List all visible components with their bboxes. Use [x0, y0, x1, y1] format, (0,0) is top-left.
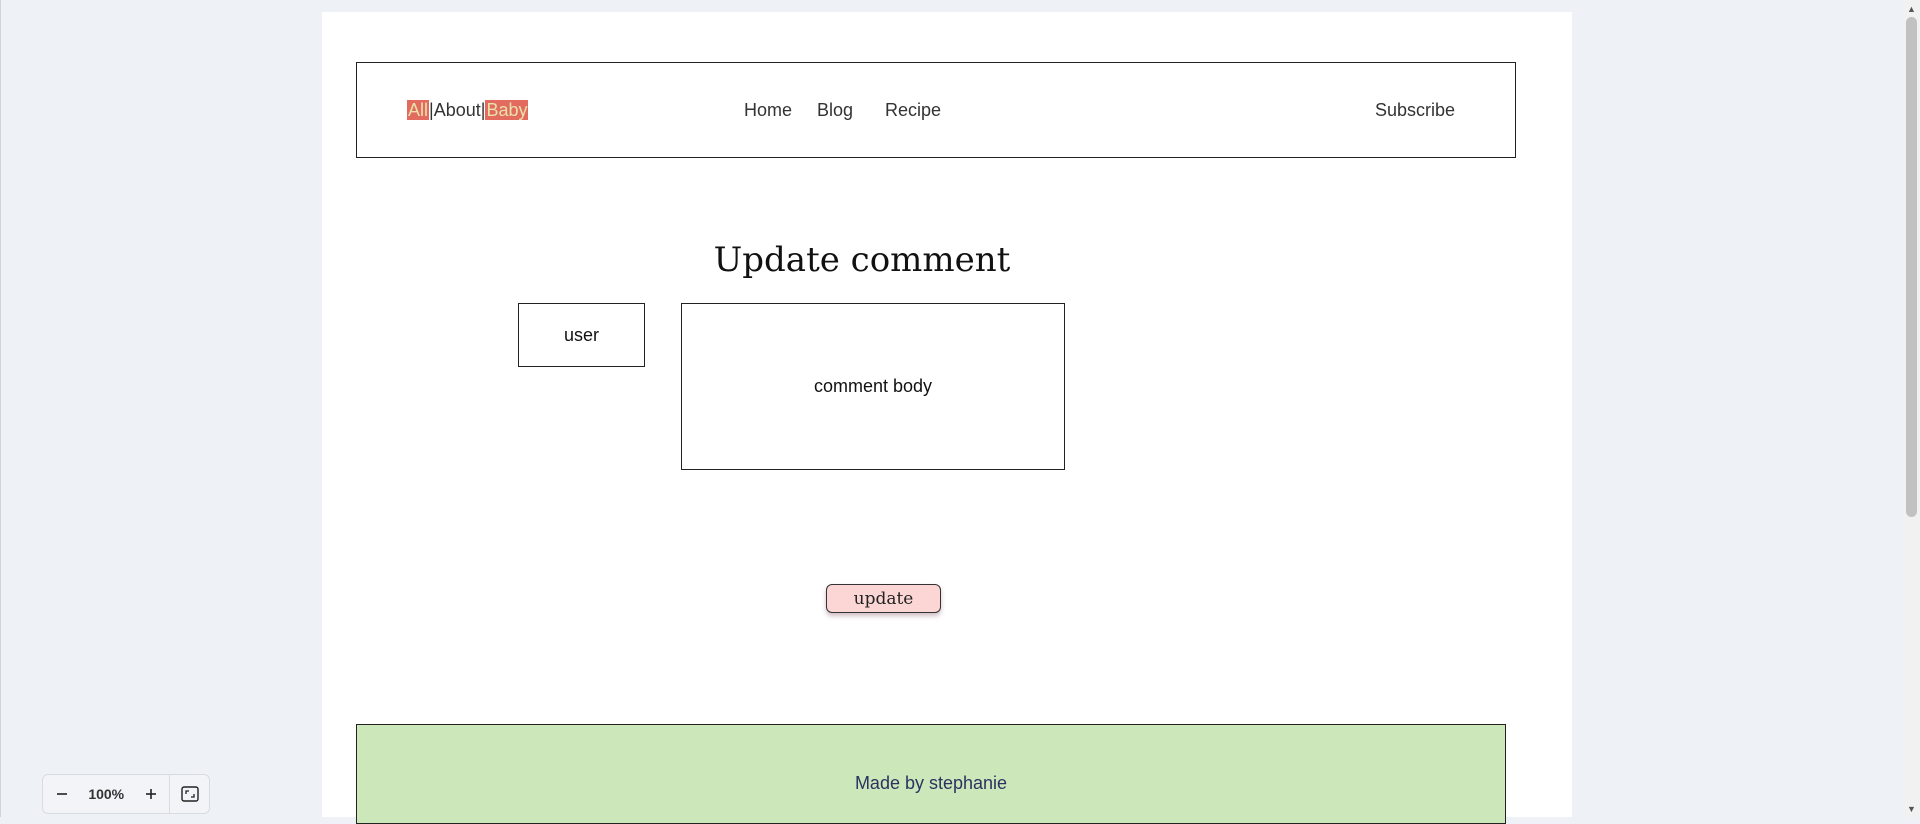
comment-body-field[interactable]: comment body: [681, 303, 1065, 470]
user-field[interactable]: user: [518, 303, 645, 367]
fit-screen-icon: [181, 786, 199, 802]
page: All|About|Baby Home Blog Recipe Subscrib…: [322, 12, 1572, 824]
scroll-down-arrow-icon[interactable]: ▼: [1903, 800, 1920, 817]
nav-blog[interactable]: Blog: [817, 100, 853, 120]
subscribe-link[interactable]: Subscribe: [1375, 100, 1455, 120]
update-button[interactable]: update: [826, 584, 941, 613]
fit-to-screen-button[interactable]: [169, 775, 209, 813]
zoom-level: 100%: [88, 786, 125, 802]
footer-text: Made by stephanie: [854, 773, 1008, 793]
zoom-in-button[interactable]: [132, 775, 170, 813]
site-logo[interactable]: All|About|Baby: [407, 100, 529, 120]
zoom-controls: 100%: [42, 774, 210, 814]
scrollbar-thumb[interactable]: [1906, 17, 1917, 517]
vertical-scrollbar[interactable]: ▲ ▼: [1903, 0, 1920, 817]
nav-home[interactable]: Home: [744, 100, 792, 120]
nav-recipe[interactable]: Recipe: [885, 100, 941, 120]
logo-part-about: About: [433, 100, 481, 120]
zoom-out-button[interactable]: [43, 775, 81, 813]
site-header: All|About|Baby Home Blog Recipe Subscrib…: [356, 62, 1516, 158]
scroll-up-arrow-icon[interactable]: ▲: [1903, 0, 1920, 17]
site-footer: Made by stephanie: [356, 724, 1506, 824]
page-title: Update comment: [713, 240, 1011, 280]
plus-icon: [145, 789, 156, 799]
minus-icon: [56, 793, 67, 795]
logo-part-baby: Baby: [485, 100, 529, 120]
logo-part-all: All: [407, 100, 430, 120]
